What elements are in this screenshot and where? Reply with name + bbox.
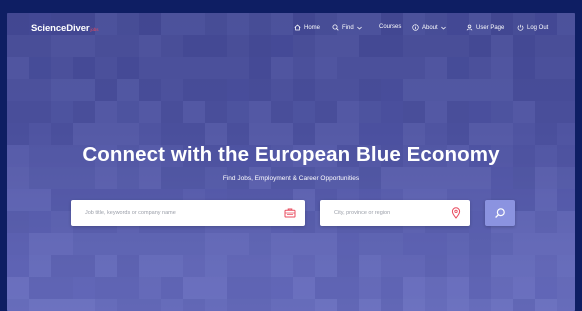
hero-title: Connect with the European Blue Economy [82, 143, 500, 166]
nav-about-label: About [422, 24, 438, 31]
nav-user-page-label: User Page [476, 24, 505, 31]
logo-subtext: jobs [90, 27, 99, 32]
user-icon [466, 24, 473, 31]
top-nav: ScienceDiverjobs Home Find Courses About… [7, 13, 575, 43]
nav-user-page[interactable]: User Page [466, 24, 504, 31]
location-search-input[interactable]: City, province or region [320, 200, 470, 226]
search-button[interactable] [485, 200, 515, 226]
chevron-down-icon [440, 26, 446, 30]
chevron-down-icon [356, 26, 362, 30]
nav-home-label: Home [304, 24, 321, 31]
nav-home[interactable]: Home [294, 24, 320, 31]
page-frame: ScienceDiverjobs Home Find Courses About… [7, 13, 575, 311]
logo[interactable]: ScienceDiverjobs [31, 23, 98, 34]
nav-find-label: Find [342, 24, 354, 31]
search-icon [332, 24, 339, 31]
nav-about[interactable]: About [412, 24, 446, 31]
logo-text: ScienceDiver [31, 23, 90, 34]
hero-subtitle: Find Jobs, Employment & Career Opportuni… [222, 175, 360, 182]
briefcase-icon [284, 208, 296, 218]
nav-log-out-label: Log Out [527, 24, 549, 31]
home-icon [294, 24, 301, 31]
search-icon [495, 208, 505, 218]
keyword-search-placeholder: Job title, keywords or company name [85, 210, 176, 216]
nav-courses[interactable]: Courses [379, 24, 401, 30]
nav-courses-label: Courses [379, 24, 402, 30]
info-icon [412, 24, 419, 31]
location-search-placeholder: City, province or region [334, 210, 391, 216]
nav-log-out[interactable]: Log Out [517, 24, 548, 31]
nav-find[interactable]: Find [332, 24, 362, 31]
keyword-search-input[interactable]: Job title, keywords or company name [71, 200, 305, 226]
location-pin-icon [451, 207, 461, 219]
power-icon [517, 24, 524, 31]
